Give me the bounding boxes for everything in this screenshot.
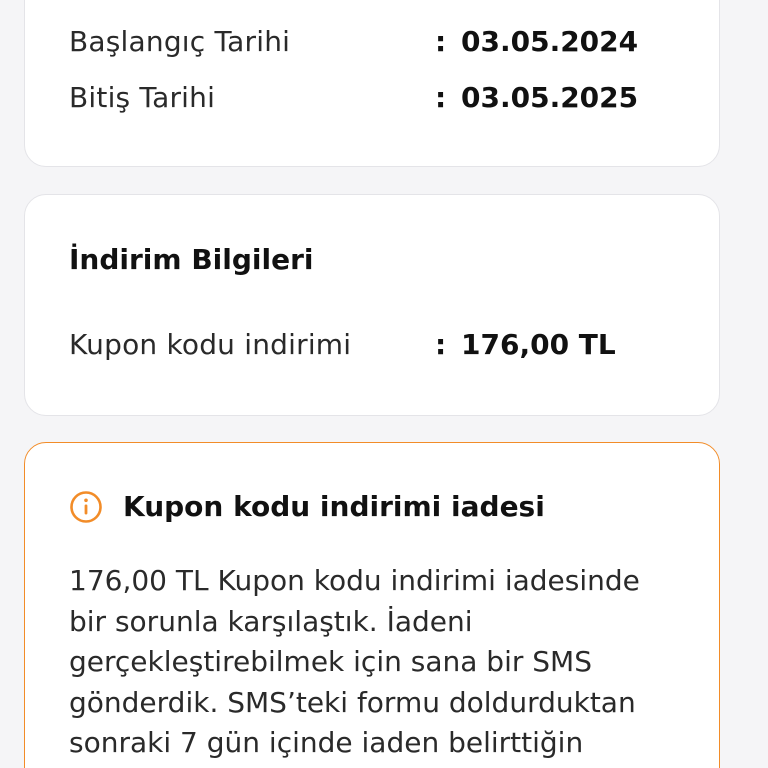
end-date-row: Bitiş Tarihi : 03.05.2025 [69,78,699,118]
dates-card: Başlangıç Tarihi : 03.05.2024 Bitiş Tari… [24,0,720,167]
order-detail-page: Başlangıç Tarihi : 03.05.2024 Bitiş Tari… [0,0,768,768]
refund-alert-line: 176,00 TL Kupon kodu indirimi iadesinde [69,564,640,597]
discount-info-title: İndirim Bilgileri [69,243,314,276]
refund-alert-message: 176,00 TL Kupon kodu indirimi iadesinde … [69,561,689,764]
start-date-label: Başlangıç Tarihi [69,25,291,58]
coupon-discount-label: Kupon kodu indirimi [69,328,352,361]
coupon-discount-row: Kupon kodu indirimi : 176,00 TL [69,325,699,365]
start-date-row: Başlangıç Tarihi : 03.05.2024 [69,22,699,62]
end-date-value: 03.05.2025 [461,81,639,114]
info-circle-icon [69,490,103,524]
start-date-separator: : [435,25,447,58]
end-date-label: Bitiş Tarihi [69,81,216,114]
start-date-value: 03.05.2024 [461,25,639,58]
coupon-discount-separator: : [435,328,447,361]
refund-alert-line: gönderdik. SMS’teki formu doldurduktan [69,685,636,719]
coupon-discount-value: 176,00 TL [461,328,616,361]
refund-alert-card: Kupon kodu indirimi iadesi 176,00 TL Kup… [24,442,720,768]
refund-alert-header: Kupon kodu indirimi iadesi [69,487,545,527]
refund-alert-line: gerçekleştirebilmek için sana bir SMS [69,645,592,678]
refund-alert-line: sonraki 7 gün içinde iaden belirttiğin [69,726,584,759]
refund-alert-line: bir sorunla karşılaştık. İadeni [69,604,473,638]
discount-info-card: İndirim Bilgileri Kupon kodu indirimi : … [24,194,720,416]
end-date-separator: : [435,81,447,114]
refund-alert-title: Kupon kodu indirimi iadesi [123,490,545,523]
